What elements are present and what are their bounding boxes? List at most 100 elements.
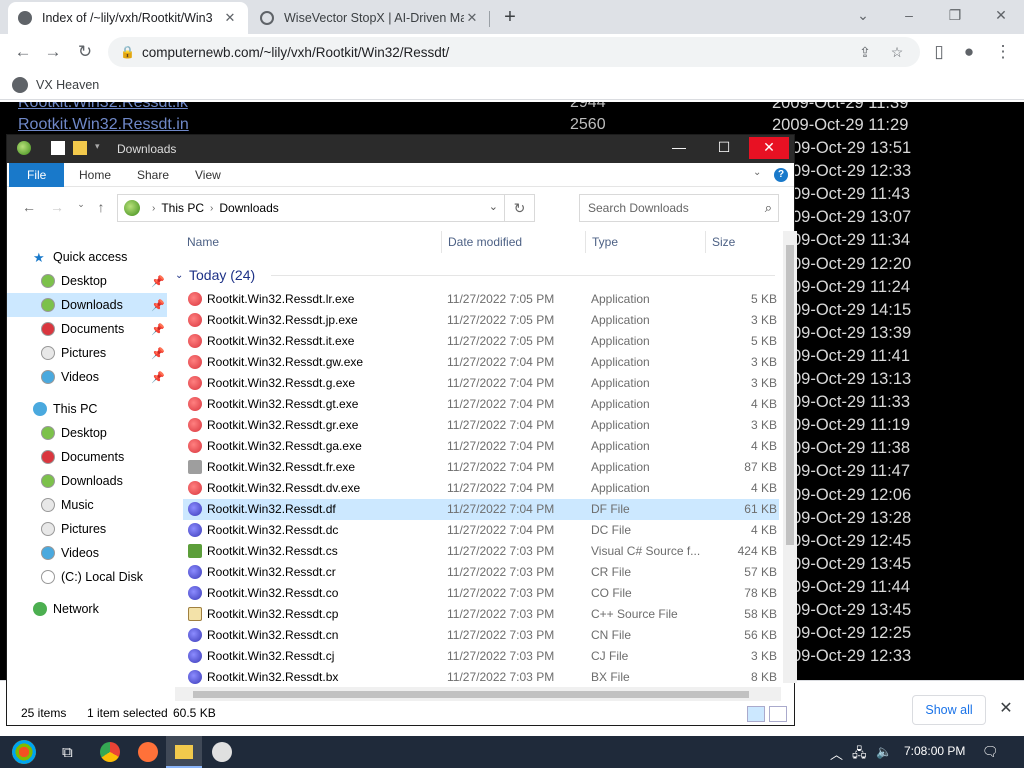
pin-icon[interactable]: 📌 <box>151 347 165 360</box>
close-button[interactable]: ✕ <box>749 137 789 159</box>
firefox-icon[interactable] <box>138 742 158 762</box>
file-row[interactable]: Rootkit.Win32.Ressdt.jp.exe 11/27/2022 7:… <box>183 310 779 331</box>
horizontal-scrollbar[interactable] <box>175 687 781 701</box>
task-view-icon[interactable]: ⧉ <box>62 744 73 761</box>
notifications-icon[interactable]: 🗨 <box>982 744 999 760</box>
file-row[interactable]: Rootkit.Win32.Ressdt.ga.exe 11/27/2022 7:… <box>183 436 779 457</box>
restore-button[interactable]: ❐ <box>932 4 978 28</box>
nav-quick-documents[interactable]: Documents 📌 <box>7 317 167 341</box>
tab-close-icon[interactable]: ✕ <box>222 10 238 26</box>
file-row[interactable]: Rootkit.Win32.Ressdt.cn 11/27/2022 7:03 P… <box>183 625 779 646</box>
address-bar[interactable]: 🔒 computernewb.com/~lily/vxh/Rootkit/Win… <box>108 37 920 67</box>
scroll-thumb[interactable] <box>786 245 794 545</box>
nav-pc-downloads[interactable]: Downloads <box>7 469 167 493</box>
column-size[interactable]: Size <box>705 231 781 253</box>
file-row[interactable]: Rootkit.Win32.Ressdt.gt.exe 11/27/2022 7:… <box>183 394 779 415</box>
search-input[interactable]: Search Downloads ⌕ <box>579 194 779 222</box>
show-all-button[interactable]: Show all <box>912 695 986 725</box>
column-name[interactable]: Name <box>181 231 439 253</box>
file-explorer-taskbar-button[interactable] <box>166 736 202 768</box>
file-row[interactable]: Rootkit.Win32.Ressdt.cj 11/27/2022 7:03 P… <box>183 646 779 667</box>
new-tab-button[interactable]: + <box>498 6 522 30</box>
vertical-scrollbar[interactable] <box>783 231 797 683</box>
large-icons-view-icon[interactable] <box>769 706 787 722</box>
clock[interactable]: 7:08:00 PM <box>904 744 965 758</box>
help-icon[interactable]: ? <box>774 168 788 182</box>
maximize-button[interactable]: ☐ <box>704 137 744 159</box>
file-row[interactable]: Rootkit.Win32.Ressdt.co 11/27/2022 7:03 P… <box>183 583 779 604</box>
side-panel-icon[interactable]: ▯ <box>926 40 952 64</box>
forward-icon[interactable]: → <box>47 199 67 217</box>
address-dropdown-icon[interactable]: ⌄ <box>489 200 498 213</box>
scroll-thumb[interactable] <box>193 691 749 698</box>
close-window-button[interactable]: ✕ <box>978 4 1024 28</box>
bookmark-vx-heaven[interactable]: VX Heaven <box>12 76 99 94</box>
nav-quick-pictures[interactable]: Pictures 📌 <box>7 341 167 365</box>
column-type[interactable]: Type <box>585 231 703 253</box>
nav-quick-access[interactable]: ★ Quick access <box>7 245 167 269</box>
file-row[interactable]: Rootkit.Win32.Ressdt.lr.exe 11/27/2022 7:… <box>183 289 779 310</box>
nav-pc-c-local-disk[interactable]: (C:) Local Disk <box>7 565 167 589</box>
chevron-up-icon[interactable]: ︿ <box>830 744 843 763</box>
column-date-modified[interactable]: Date modified <box>441 231 583 253</box>
share-icon[interactable]: ⇪ <box>854 41 876 63</box>
close-download-bar-icon[interactable]: ✕ <box>996 698 1016 718</box>
file-row[interactable]: Rootkit.Win32.Ressdt.g.exe 11/27/2022 7:0… <box>183 373 779 394</box>
up-icon[interactable]: ↑ <box>91 199 111 217</box>
minimize-button[interactable]: – <box>886 4 932 28</box>
pin-icon[interactable]: 📌 <box>151 299 165 312</box>
nav-pc-pictures[interactable]: Pictures <box>7 517 167 541</box>
new-folder-icon[interactable] <box>73 141 87 155</box>
profile-avatar[interactable]: ● <box>956 40 982 64</box>
recent-locations-icon[interactable]: ⌄ <box>71 199 91 217</box>
refresh-icon[interactable]: ↻ <box>504 195 534 221</box>
expand-ribbon-icon[interactable]: ⌄ <box>753 167 761 178</box>
nav-network[interactable]: Network <box>7 597 167 621</box>
tab-share[interactable]: Share <box>125 163 181 187</box>
nav-this-pc[interactable]: This PC <box>7 397 167 421</box>
nav-quick-desktop[interactable]: Desktop 📌 <box>7 269 167 293</box>
tab-index-page[interactable]: Index of /~lily/vxh/Rootkit/Win3 ✕ <box>8 2 248 34</box>
forward-button[interactable]: → <box>40 40 66 64</box>
minimize-button[interactable]: — <box>659 137 699 159</box>
file-row[interactable]: Rootkit.Win32.Ressdt.gw.exe 11/27/2022 7:… <box>183 352 779 373</box>
nav-pc-desktop[interactable]: Desktop <box>7 421 167 445</box>
properties-icon[interactable] <box>51 141 65 155</box>
nav-quick-videos[interactable]: Videos 📌 <box>7 365 167 389</box>
file-row[interactable]: Rootkit.Win32.Ressdt.cp 11/27/2022 7:03 P… <box>183 604 779 625</box>
pin-icon[interactable]: 📌 <box>151 275 165 288</box>
file-link[interactable]: Rootkit.Win32.Ressdt.lk <box>18 102 188 112</box>
file-row[interactable]: Rootkit.Win32.Ressdt.df 11/27/2022 7:04 P… <box>183 499 779 520</box>
pin-icon[interactable]: 📌 <box>151 371 165 384</box>
file-row[interactable]: Rootkit.Win32.Ressdt.dc 11/27/2022 7:04 P… <box>183 520 779 541</box>
file-link[interactable]: Rootkit.Win32.Ressdt.in <box>18 116 189 134</box>
qat-dropdown-icon[interactable]: ▾ <box>95 141 109 155</box>
app-icon[interactable] <box>212 742 232 762</box>
reload-button[interactable]: ↻ <box>72 40 98 64</box>
nav-pc-music[interactable]: Music <box>7 493 167 517</box>
tab-search-icon[interactable]: ⌄ <box>840 4 886 28</box>
volume-icon[interactable]: 🔈 <box>876 744 892 760</box>
tab-wisevector[interactable]: WiseVector StopX | AI-Driven Ma ✕ <box>250 2 490 34</box>
file-row[interactable]: Rootkit.Win32.Ressdt.gr.exe 11/27/2022 7:… <box>183 415 779 436</box>
nav-pc-videos[interactable]: Videos <box>7 541 167 565</box>
breadcrumb-this-pc[interactable]: This PC <box>161 201 204 215</box>
file-row[interactable]: Rootkit.Win32.Ressdt.it.exe 11/27/2022 7:… <box>183 331 779 352</box>
start-icon[interactable] <box>12 740 36 764</box>
tab-file[interactable]: File <box>9 163 65 187</box>
group-header[interactable]: ⌄ Today (24) <box>175 265 775 285</box>
breadcrumb-downloads[interactable]: Downloads <box>219 201 278 215</box>
nav-quick-downloads[interactable]: Downloads 📌 <box>7 293 167 317</box>
pin-icon[interactable]: 📌 <box>151 323 165 336</box>
file-row[interactable]: Rootkit.Win32.Ressdt.dv.exe 11/27/2022 7:… <box>183 478 779 499</box>
details-view-icon[interactable] <box>747 706 765 722</box>
nav-pc-documents[interactable]: Documents <box>7 445 167 469</box>
back-icon[interactable]: ← <box>19 199 39 217</box>
file-row[interactable]: Rootkit.Win32.Ressdt.bx 11/27/2022 7:03 P… <box>183 667 779 688</box>
network-tray-icon[interactable]: 🖧 <box>852 744 867 766</box>
chrome-icon[interactable] <box>100 742 120 762</box>
file-row[interactable]: Rootkit.Win32.Ressdt.cr 11/27/2022 7:03 P… <box>183 562 779 583</box>
tab-view[interactable]: View <box>183 163 233 187</box>
file-row[interactable]: Rootkit.Win32.Ressdt.cs 11/27/2022 7:03 P… <box>183 541 779 562</box>
explorer-address-bar[interactable]: › This PC › Downloads ⌄ ↻ <box>117 194 535 222</box>
